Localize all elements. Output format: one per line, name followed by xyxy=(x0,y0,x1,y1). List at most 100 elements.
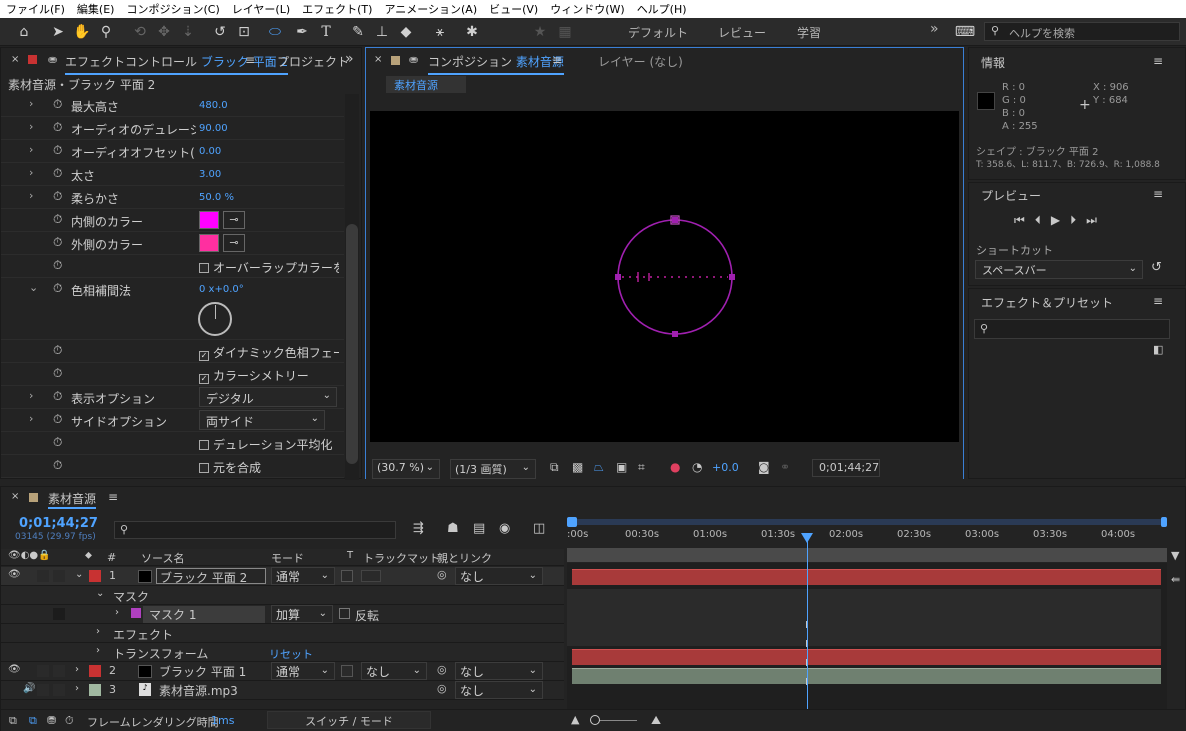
effect-checkbox[interactable]: オーバーラップカラーを xyxy=(199,259,339,276)
col-t[interactable]: T xyxy=(347,550,353,561)
close-icon[interactable]: × xyxy=(374,54,382,65)
workspace-learn[interactable]: 学習 xyxy=(797,24,821,41)
workspace-switch-icon[interactable]: ⌨ xyxy=(955,22,975,42)
reset-icon[interactable]: ↺ xyxy=(1151,260,1162,275)
effect-checkbox[interactable]: 元を合成 xyxy=(199,459,339,476)
effect-checkbox[interactable]: デュレーション平均化 xyxy=(199,436,339,453)
parent-dropdown[interactable]: なし ⌄ xyxy=(455,681,543,699)
comp-timecode[interactable]: 0;01;44;27 xyxy=(812,459,880,477)
zoom-slider-thumb[interactable] xyxy=(590,715,600,725)
time-stretch-icon[interactable]: ⏱ xyxy=(65,714,74,728)
timeline-timecode[interactable]: 0;01;44;27 xyxy=(19,516,98,531)
effects-search-input[interactable]: ⚲ xyxy=(974,319,1170,339)
menu-view[interactable]: ビュー(V) xyxy=(483,1,544,17)
preserve-transparency-box[interactable] xyxy=(341,570,353,582)
col-source-name[interactable]: ソース名 xyxy=(141,550,184,566)
zoom-out-icon[interactable]: ▲ xyxy=(571,713,579,726)
stopwatch-icon[interactable]: ⏱ xyxy=(53,281,62,296)
effect-prop-value[interactable]: 3.00 xyxy=(199,169,221,180)
stopwatch-icon[interactable]: ⏱ xyxy=(53,412,62,427)
motion-blur-icon[interactable]: ◉ xyxy=(499,521,510,536)
stopwatch-icon[interactable]: ⏱ xyxy=(53,120,62,135)
snapshot-icon[interactable]: ◙ xyxy=(758,460,770,474)
scrollbar[interactable] xyxy=(345,94,359,480)
zoom-tool-icon[interactable]: ⚲ xyxy=(96,22,116,42)
playhead-handle[interactable] xyxy=(801,533,813,543)
stopwatch-icon[interactable]: ⏱ xyxy=(53,435,62,450)
next-frame-icon[interactable]: ⏵ xyxy=(1070,213,1086,227)
effect-prop-value[interactable]: 480.0 xyxy=(199,100,228,111)
shortcut-dropdown[interactable]: スペースバー ⌄ xyxy=(975,260,1143,279)
render-icon[interactable]: ⧉ xyxy=(9,714,17,728)
comp-viewer[interactable] xyxy=(370,111,959,442)
play-icon[interactable]: ▶ xyxy=(1051,213,1070,227)
stopwatch-icon[interactable]: ⏱ xyxy=(53,389,62,404)
chevron-right-icon[interactable]: › xyxy=(29,389,33,402)
lock-box[interactable] xyxy=(53,665,65,677)
outer-color-swatch[interactable] xyxy=(199,234,219,252)
brush-tool-icon[interactable]: ✎ xyxy=(348,22,368,42)
tab-layer[interactable]: レイヤー (なし) xyxy=(598,53,683,70)
rotate-tool-icon[interactable]: ↺ xyxy=(210,22,230,42)
invert-checkbox[interactable] xyxy=(339,608,350,619)
star-icon[interactable]: ★ xyxy=(530,22,550,42)
layer-name[interactable]: ブラック 平面 2 xyxy=(156,568,266,584)
chevron-right-icon[interactable]: › xyxy=(29,166,33,179)
workspace-review[interactable]: レビュー xyxy=(718,24,766,41)
prev-frame-icon[interactable]: ⏴ xyxy=(1035,213,1051,227)
panel-menu-icon[interactable]: ≡ xyxy=(1153,294,1163,308)
hue-dial[interactable] xyxy=(198,302,232,336)
eye-icon[interactable]: 👁 xyxy=(8,569,21,580)
hand-tool-icon[interactable]: ✋ xyxy=(72,22,92,42)
layer-1-bar[interactable] xyxy=(572,569,1161,585)
mask-lock-box[interactable] xyxy=(53,608,65,620)
effect-prop-value[interactable]: 90.00 xyxy=(199,123,228,134)
track-matte-empty[interactable] xyxy=(361,570,381,582)
table-row[interactable]: › エフェクト xyxy=(1,624,564,643)
in-out-icon[interactable]: ⛃ xyxy=(47,714,56,727)
preserve-transparency-box[interactable] xyxy=(341,665,353,677)
chevron-right-icon[interactable]: › xyxy=(29,97,33,110)
menu-animation[interactable]: アニメーション(A) xyxy=(378,1,483,17)
table-row[interactable]: 👁 ⌄ 1 ブラック 平面 2 通常 ⌄ ◎ なし ⌄ xyxy=(1,567,564,586)
pen-tool-icon[interactable]: ✒ xyxy=(292,22,312,42)
chevron-right-icon[interactable]: › xyxy=(29,412,33,425)
comp-marker-icon[interactable]: ▼ xyxy=(1171,549,1179,562)
resolution-dropdown[interactable]: (1/3 画質) ⌄ xyxy=(450,459,536,479)
chevron-right-icon[interactable]: › xyxy=(96,626,100,637)
time-ruler[interactable]: :00s 00:30s 01:00s 01:30s 02:00s 02:30s 03:00s… xyxy=(567,517,1167,547)
menu-help[interactable]: ヘルプ(H) xyxy=(631,1,693,17)
panel-menu-icon[interactable]: ≡ xyxy=(245,53,255,67)
stopwatch-icon[interactable]: ⏱ xyxy=(53,458,62,473)
eye-icon[interactable]: 👁 xyxy=(8,664,21,675)
stopwatch-icon[interactable]: ⏱ xyxy=(53,343,62,358)
chevron-right-icon[interactable]: › xyxy=(29,189,33,202)
mask-name[interactable]: マスク 1 xyxy=(143,606,265,623)
anchor-tool-icon[interactable]: ⊡ xyxy=(234,22,254,42)
workspace-more[interactable]: » xyxy=(930,21,939,37)
tab-timeline-comp[interactable]: 素材音源 xyxy=(48,490,97,509)
zoom-dropdown[interactable]: (30.7 %) ⌄ xyxy=(372,459,440,479)
scrollbar-thumb[interactable] xyxy=(346,224,358,464)
layer-2-bar[interactable] xyxy=(572,649,1161,665)
solo-box[interactable] xyxy=(37,570,49,582)
guides-icon[interactable]: ⌗ xyxy=(638,460,645,475)
stopwatch-icon[interactable]: ⏱ xyxy=(53,97,62,112)
grid-icon[interactable]: ▦ xyxy=(555,22,575,42)
parent-dropdown[interactable]: なし ⌄ xyxy=(455,567,543,585)
tab-project[interactable]: プロジェクト xyxy=(277,53,349,70)
more-tabs-icon[interactable]: » xyxy=(345,51,354,67)
timeline-search-input[interactable]: ⚲ xyxy=(114,521,396,539)
stopwatch-icon[interactable]: ⏱ xyxy=(53,143,62,158)
solo-box[interactable] xyxy=(37,665,49,677)
close-icon[interactable]: × xyxy=(11,54,19,65)
fast-preview-icon[interactable]: ⧉ xyxy=(550,460,559,475)
inner-color-swatch[interactable] xyxy=(199,211,219,229)
menu-composition[interactable]: コンポジション(C) xyxy=(120,1,225,17)
stopwatch-icon[interactable]: ⏱ xyxy=(53,366,62,381)
col-parent[interactable]: 親とリンク xyxy=(437,550,492,566)
chevron-down-icon[interactable]: ⌄ xyxy=(96,588,104,599)
effect-prop-value[interactable]: 0 x+0.0° xyxy=(199,284,244,295)
layer-3-bar[interactable] xyxy=(572,668,1161,684)
blend-mode-dropdown[interactable]: 通常 ⌄ xyxy=(271,567,335,585)
